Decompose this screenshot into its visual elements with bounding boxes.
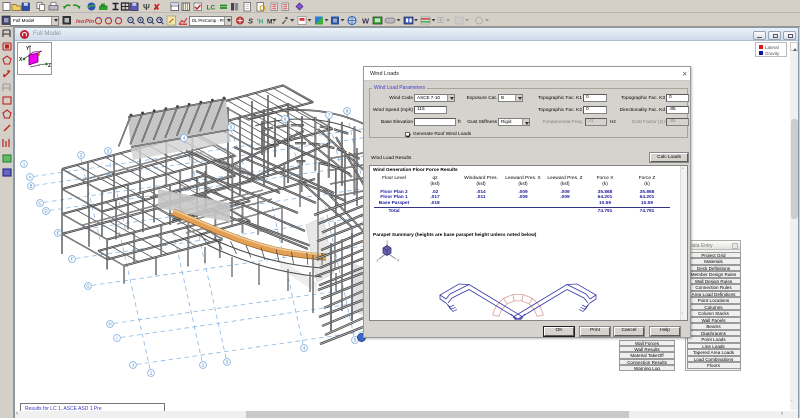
svg-text:✘: ✘: [153, 2, 160, 12]
svg-text:I: I: [116, 335, 117, 340]
svg-text:F: F: [71, 256, 74, 261]
svg-text:A: A: [29, 174, 32, 179]
svg-text:X: X: [19, 57, 23, 63]
svg-text:Z: Z: [48, 63, 51, 69]
svg-text:H: H: [108, 321, 111, 326]
svg-text:LC: LC: [207, 5, 216, 12]
svg-text:C: C: [38, 200, 41, 205]
svg-text:B: B: [30, 183, 33, 188]
svg-text:Pln: Pln: [85, 19, 94, 25]
svg-text:E: E: [57, 230, 60, 235]
svg-text:Ψ: Ψ: [143, 2, 150, 12]
svg-text:S: S: [248, 17, 253, 26]
svg-text:'H: 'H: [257, 19, 264, 26]
svg-text:Iso: Iso: [76, 19, 85, 25]
svg-text:D: D: [44, 208, 47, 213]
svg-text:J: J: [132, 362, 134, 367]
svg-text:W: W: [362, 17, 370, 26]
svg-text:G: G: [86, 283, 89, 288]
